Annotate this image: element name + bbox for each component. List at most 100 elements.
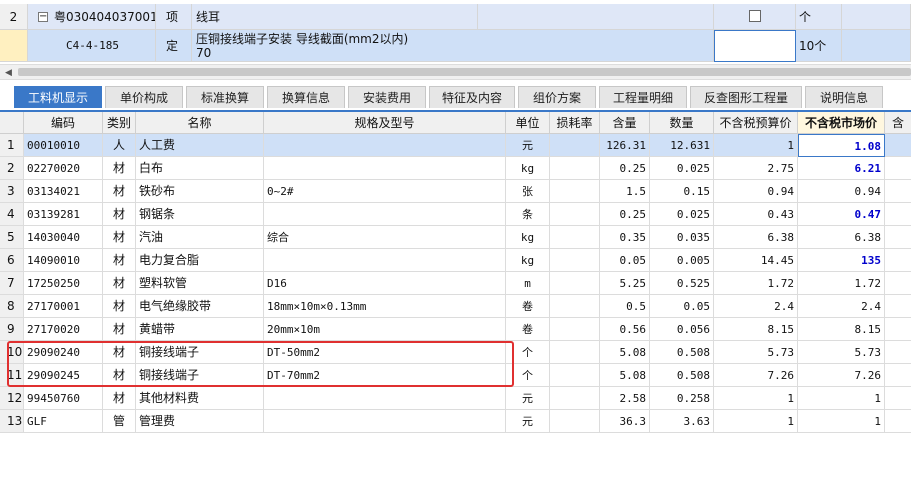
code-cell[interactable]: 02270020 <box>24 157 103 180</box>
name-cell[interactable]: 汽油 <box>136 226 264 249</box>
spec-cell[interactable] <box>264 249 506 272</box>
category-cell[interactable]: 材 <box>103 318 136 341</box>
code-cell[interactable]: 27170020 <box>24 318 103 341</box>
checkbox[interactable] <box>749 10 761 22</box>
market-price-cell[interactable]: 0.47 <box>798 203 885 226</box>
quantity-cell[interactable]: 0.15 <box>650 180 714 203</box>
category-cell[interactable]: 材 <box>103 387 136 410</box>
market-price-cell[interactable]: 8.15 <box>798 318 885 341</box>
unit-cell[interactable]: 条 <box>506 203 550 226</box>
name-cell[interactable]: 塑料软管 <box>136 272 264 295</box>
content-cell[interactable]: 0.56 <box>600 318 650 341</box>
col-market-price[interactable]: 不含税市场价 <box>798 112 885 134</box>
unit-cell[interactable]: kg <box>506 226 550 249</box>
col-budget-price[interactable]: 不含税预算价 <box>714 112 798 134</box>
table-row[interactable]: 10 29090240 材铜接线端子 DT-50mm2 个 5.08 0.508 5.73 5.… <box>0 341 911 364</box>
table-row[interactable]: 13 GLF 管管理费元 36.3 3.63 1 1 <box>0 410 911 433</box>
name-cell[interactable]: 钢锯条 <box>136 203 264 226</box>
market-price-cell[interactable]: 5.73 <box>798 341 885 364</box>
loss-cell[interactable] <box>550 272 600 295</box>
category-cell[interactable]: 材 <box>103 341 136 364</box>
name-cell[interactable]: 黄蜡带 <box>136 318 264 341</box>
market-price-cell[interactable]: 1 <box>798 410 885 433</box>
market-price-cell[interactable]: 2.4 <box>798 295 885 318</box>
content-cell[interactable]: 2.58 <box>600 387 650 410</box>
loss-cell[interactable] <box>550 387 600 410</box>
unit-cell[interactable]: 卷 <box>506 295 550 318</box>
market-price-cell[interactable]: 7.26 <box>798 364 885 387</box>
code-cell[interactable]: 00010010 <box>24 134 103 157</box>
table-row[interactable]: 2 02270020 材白布 kg 0.25 0.025 2.75 6.21 <box>0 157 911 180</box>
code-cell[interactable]: 17250250 <box>24 272 103 295</box>
code-cell[interactable]: 29090245 <box>24 364 103 387</box>
budget-price-cell[interactable]: 5.73 <box>714 341 798 364</box>
spec-cell[interactable] <box>264 203 506 226</box>
budget-price-cell[interactable]: 6.38 <box>714 226 798 249</box>
tab-pricing-scheme[interactable]: 组价方案 <box>518 86 596 108</box>
partial-cell[interactable] <box>885 318 911 341</box>
budget-price-cell[interactable]: 1 <box>714 387 798 410</box>
name-cell[interactable]: 白布 <box>136 157 264 180</box>
quantity-cell[interactable]: 0.508 <box>650 341 714 364</box>
quantity-cell[interactable]: 0.258 <box>650 387 714 410</box>
category-cell[interactable]: 材 <box>103 295 136 318</box>
quota-edit-cell[interactable] <box>714 30 796 62</box>
content-cell[interactable]: 0.25 <box>600 203 650 226</box>
unit-cell[interactable]: kg <box>506 157 550 180</box>
tab-standard-conversion[interactable]: 标准换算 <box>186 86 264 108</box>
category-cell[interactable]: 材 <box>103 249 136 272</box>
market-price-cell[interactable]: 1.72 <box>798 272 885 295</box>
spec-cell[interactable] <box>264 157 506 180</box>
budget-price-cell[interactable]: 0.43 <box>714 203 798 226</box>
name-cell[interactable]: 铜接线端子 <box>136 341 264 364</box>
quantity-cell[interactable]: 0.005 <box>650 249 714 272</box>
loss-cell[interactable] <box>550 318 600 341</box>
market-price-cell[interactable]: 1.08 <box>798 134 885 157</box>
col-unit[interactable]: 单位 <box>506 112 550 134</box>
quantity-cell[interactable]: 0.025 <box>650 157 714 180</box>
partial-cell[interactable] <box>885 134 911 157</box>
quota-code[interactable]: C4-4-185 <box>28 30 156 62</box>
spec-cell[interactable]: 18mm×10m×0.13mm <box>264 295 506 318</box>
spec-cell[interactable]: DT-50mm2 <box>264 341 506 364</box>
loss-cell[interactable] <box>550 341 600 364</box>
loss-cell[interactable] <box>550 157 600 180</box>
loss-cell[interactable] <box>550 410 600 433</box>
table-row[interactable]: 5 14030040 材汽油 综合 kg 0.35 0.035 6.38 6.38 <box>0 226 911 249</box>
parent-row-item[interactable]: 2 − 粤030404037001 项 线耳 个 <box>0 4 911 30</box>
partial-cell[interactable] <box>885 410 911 433</box>
market-price-cell[interactable]: 6.21 <box>798 157 885 180</box>
content-cell[interactable]: 36.3 <box>600 410 650 433</box>
name-cell[interactable]: 人工费 <box>136 134 264 157</box>
col-partial[interactable]: 含 <box>885 112 911 134</box>
loss-cell[interactable] <box>550 226 600 249</box>
quantity-cell[interactable]: 0.056 <box>650 318 714 341</box>
spec-cell[interactable]: 20mm×10m <box>264 318 506 341</box>
content-cell[interactable]: 0.35 <box>600 226 650 249</box>
quantity-cell[interactable]: 0.035 <box>650 226 714 249</box>
name-cell[interactable]: 铁砂布 <box>136 180 264 203</box>
loss-cell[interactable] <box>550 134 600 157</box>
content-cell[interactable]: 1.5 <box>600 180 650 203</box>
table-row[interactable]: 8 27170001 材电气绝缘胶带 18mm×10m×0.13mm 卷 0.5 0.05 2… <box>0 295 911 318</box>
loss-cell[interactable] <box>550 249 600 272</box>
spec-cell[interactable] <box>264 387 506 410</box>
name-cell[interactable]: 管理费 <box>136 410 264 433</box>
col-loss-rate[interactable]: 损耗率 <box>550 112 600 134</box>
table-row[interactable]: 9 27170020 材黄蜡带 20mm×10m 卷 0.56 0.056 8.15 8.15 <box>0 318 911 341</box>
code-cell[interactable]: 99450760 <box>24 387 103 410</box>
code-cell[interactable]: 29090240 <box>24 341 103 364</box>
category-cell[interactable]: 材 <box>103 272 136 295</box>
tab-install-fee[interactable]: 安装费用 <box>348 86 426 108</box>
market-price-cell[interactable]: 135 <box>798 249 885 272</box>
unit-cell[interactable]: 元 <box>506 410 550 433</box>
budget-price-cell[interactable]: 8.15 <box>714 318 798 341</box>
category-cell[interactable]: 材 <box>103 203 136 226</box>
budget-price-cell[interactable]: 2.4 <box>714 295 798 318</box>
name-cell[interactable]: 电气绝缘胶带 <box>136 295 264 318</box>
col-spec[interactable]: 规格及型号 <box>264 112 506 134</box>
partial-cell[interactable] <box>885 249 911 272</box>
quantity-cell[interactable]: 12.631 <box>650 134 714 157</box>
col-quantity[interactable]: 数量 <box>650 112 714 134</box>
content-cell[interactable]: 0.5 <box>600 295 650 318</box>
